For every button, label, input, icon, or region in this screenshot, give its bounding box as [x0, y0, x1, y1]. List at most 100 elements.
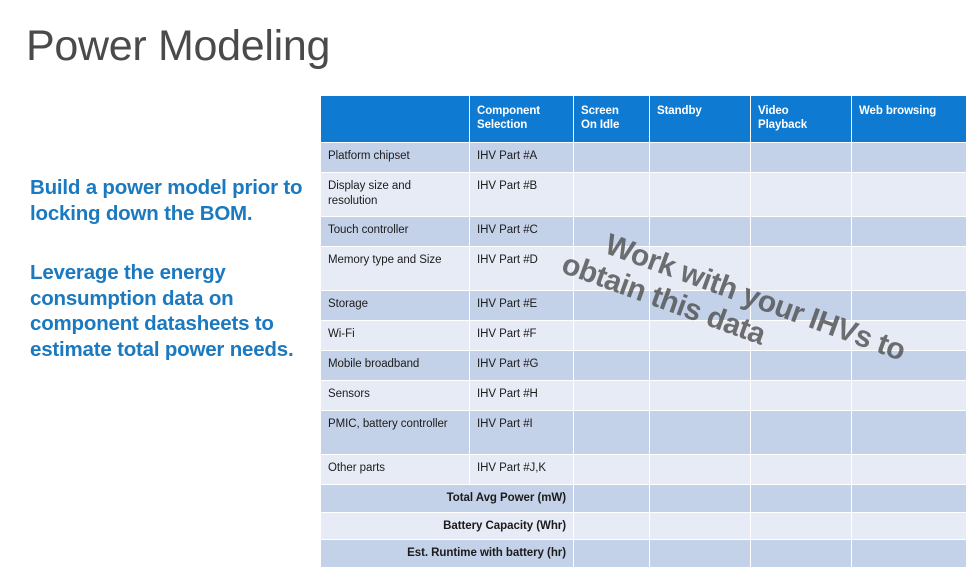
column-header-component-selection-line1: Component	[477, 105, 540, 117]
cell-component: Sensors	[321, 381, 469, 410]
cell-screen-on-idle	[574, 291, 649, 320]
cell-component: Platform chipset	[321, 143, 469, 172]
cell-web-browsing	[852, 485, 966, 512]
cell-standby	[650, 540, 750, 567]
cell-standby	[650, 321, 750, 350]
cell-video-playback	[751, 381, 851, 410]
cell-video-playback	[751, 291, 851, 320]
table-row: Storage IHV Part #E	[321, 291, 966, 320]
cell-standby	[650, 217, 750, 246]
table-row: Sensors IHV Part #H	[321, 381, 966, 410]
cell-selection: IHV Part #G	[470, 351, 573, 380]
cell-component: Display size and resolution	[321, 173, 469, 216]
cell-web-browsing	[852, 512, 966, 539]
table-row: Memory type and Size IHV Part #D	[321, 247, 966, 290]
cell-component: Other parts	[321, 455, 469, 484]
column-header-component-selection-line2: Selection	[477, 119, 528, 131]
column-header-component	[321, 96, 469, 142]
cell-video-playback	[751, 173, 851, 216]
slide-canvas: Power Modeling Build a power model prior…	[0, 0, 979, 567]
table-body: Platform chipset IHV Part #A Display siz…	[321, 143, 966, 567]
cell-screen-on-idle	[574, 321, 649, 350]
cell-selection: IHV Part #H	[470, 381, 573, 410]
column-header-component-selection: Component Selection	[470, 96, 573, 142]
cell-video-playback	[751, 485, 851, 512]
power-modeling-table: Component Selection Screen On Idle Stand…	[320, 95, 967, 568]
cell-video-playback	[751, 512, 851, 539]
cell-component: Memory type and Size	[321, 247, 469, 290]
cell-video-playback	[751, 351, 851, 380]
cell-standby	[650, 291, 750, 320]
cell-web-browsing	[852, 411, 966, 454]
cell-video-playback	[751, 143, 851, 172]
cell-standby	[650, 143, 750, 172]
table-row: Touch controller IHV Part #C	[321, 217, 966, 246]
summary-label-total-avg-power: Total Avg Power (mW)	[321, 485, 573, 512]
cell-web-browsing	[852, 381, 966, 410]
table-summary-row: Battery Capacity (Whr)	[321, 512, 966, 539]
table-header-row: Component Selection Screen On Idle Stand…	[321, 96, 966, 142]
cell-screen-on-idle	[574, 217, 649, 246]
cell-video-playback	[751, 321, 851, 350]
cell-web-browsing	[852, 351, 966, 380]
cell-web-browsing	[852, 247, 966, 290]
column-header-video-playback-line2: Playback	[758, 119, 808, 131]
column-header-video-playback-line1: Video	[758, 105, 789, 117]
cell-screen-on-idle	[574, 540, 649, 567]
cell-component: PMIC, battery controller	[321, 411, 469, 454]
table-summary-row: Total Avg Power (mW)	[321, 485, 966, 512]
cell-component: Storage	[321, 291, 469, 320]
column-header-screen-on-idle: Screen On Idle	[574, 96, 649, 142]
cell-selection: IHV Part #E	[470, 291, 573, 320]
column-header-web-browsing-line1: Web browsing	[859, 105, 937, 117]
cell-component: Mobile broadband	[321, 351, 469, 380]
cell-video-playback	[751, 455, 851, 484]
table-row: PMIC, battery controller IHV Part #I	[321, 411, 966, 454]
bullet-text-1: Build a power model prior to locking dow…	[30, 176, 303, 225]
table-row: Mobile broadband IHV Part #G	[321, 351, 966, 380]
cell-screen-on-idle	[574, 247, 649, 290]
cell-web-browsing	[852, 321, 966, 350]
page-title: Power Modeling	[26, 22, 331, 70]
left-bullet-panel: Build a power model prior to locking dow…	[30, 175, 315, 362]
cell-standby	[650, 485, 750, 512]
column-header-standby: Standby	[650, 96, 750, 142]
cell-component: Touch controller	[321, 217, 469, 246]
column-header-video-playback: Video Playback	[751, 96, 851, 142]
column-header-screen-on-idle-line2: On Idle	[581, 119, 620, 131]
table-row: Other parts IHV Part #J,K	[321, 455, 966, 484]
cell-selection: IHV Part #J,K	[470, 455, 573, 484]
cell-web-browsing	[852, 455, 966, 484]
cell-video-playback	[751, 217, 851, 246]
cell-screen-on-idle	[574, 512, 649, 539]
column-header-standby-line1: Standby	[657, 105, 702, 117]
cell-screen-on-idle	[574, 143, 649, 172]
cell-standby	[650, 247, 750, 290]
column-header-screen-on-idle-line1: Screen	[581, 105, 619, 117]
cell-screen-on-idle	[574, 351, 649, 380]
cell-selection: IHV Part #D	[470, 247, 573, 290]
cell-component: Wi-Fi	[321, 321, 469, 350]
summary-label-battery-capacity: Battery Capacity (Whr)	[321, 512, 573, 539]
cell-standby	[650, 455, 750, 484]
bullet-text-2: Leverage the energy consumption data on …	[30, 261, 294, 361]
cell-standby	[650, 512, 750, 539]
cell-web-browsing	[852, 540, 966, 567]
cell-selection: IHV Part #A	[470, 143, 573, 172]
table-summary-row: Est. Runtime with battery (hr)	[321, 540, 966, 567]
cell-web-browsing	[852, 291, 966, 320]
cell-video-playback	[751, 411, 851, 454]
cell-selection: IHV Part #B	[470, 173, 573, 216]
cell-web-browsing	[852, 217, 966, 246]
summary-label-est-runtime: Est. Runtime with battery (hr)	[321, 540, 573, 567]
column-header-web-browsing: Web browsing	[852, 96, 966, 142]
cell-standby	[650, 351, 750, 380]
cell-screen-on-idle	[574, 455, 649, 484]
cell-standby	[650, 411, 750, 454]
cell-web-browsing	[852, 173, 966, 216]
cell-standby	[650, 173, 750, 216]
cell-screen-on-idle	[574, 485, 649, 512]
cell-selection: IHV Part #C	[470, 217, 573, 246]
cell-web-browsing	[852, 143, 966, 172]
cell-video-playback	[751, 247, 851, 290]
